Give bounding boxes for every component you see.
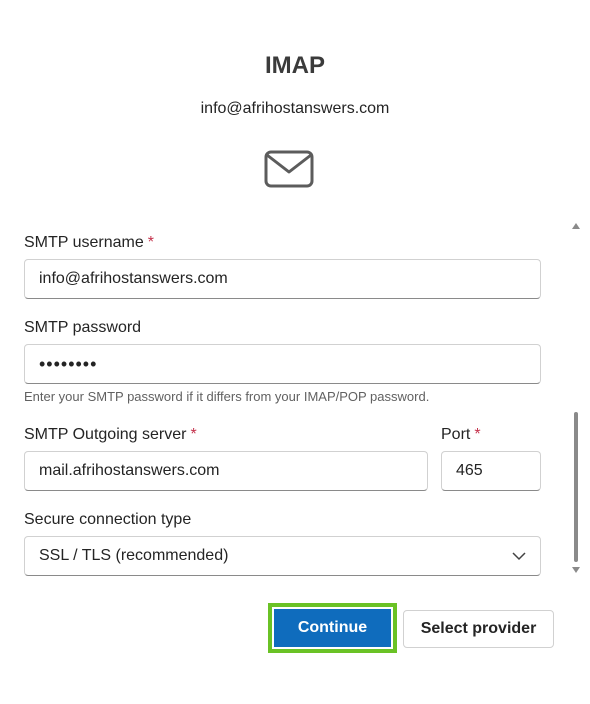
secure-connection-select[interactable]: SSL / TLS (recommended) bbox=[24, 536, 541, 576]
port-input[interactable]: 465 bbox=[441, 451, 541, 491]
smtp-username-label-text: SMTP username bbox=[24, 234, 144, 251]
account-email: info@afrihostanswers.com bbox=[200, 100, 390, 117]
secure-connection-label: Secure connection type bbox=[24, 511, 192, 528]
port-value: 465 bbox=[456, 462, 483, 479]
smtp-server-label-text: SMTP Outgoing server bbox=[24, 426, 187, 443]
smtp-username-value: info@afrihostanswers.com bbox=[39, 270, 228, 287]
secure-connection-value: SSL / TLS (recommended) bbox=[39, 547, 229, 564]
smtp-username-input[interactable]: info@afrihostanswers.com bbox=[24, 259, 541, 299]
smtp-server-label: SMTP Outgoing server * bbox=[24, 426, 197, 444]
port-label: Port * bbox=[441, 426, 481, 444]
chevron-down-icon bbox=[512, 552, 526, 561]
smtp-password-label: SMTP password bbox=[24, 319, 142, 336]
continue-button[interactable]: Continue bbox=[272, 607, 393, 649]
scroll-down-arrow-icon[interactable] bbox=[572, 567, 580, 573]
smtp-password-input[interactable]: •••••••• bbox=[24, 344, 541, 384]
select-provider-button[interactable]: Select provider bbox=[403, 610, 554, 648]
required-marker: * bbox=[190, 426, 197, 443]
smtp-password-hint: Enter your SMTP password if it differs f… bbox=[24, 389, 430, 404]
required-marker: * bbox=[474, 426, 481, 443]
smtp-server-value: mail.afrihostanswers.com bbox=[39, 462, 220, 479]
smtp-password-value: •••••••• bbox=[39, 353, 98, 374]
smtp-server-input[interactable]: mail.afrihostanswers.com bbox=[24, 451, 428, 491]
scroll-up-arrow-icon[interactable] bbox=[572, 223, 580, 229]
mail-icon bbox=[264, 150, 314, 188]
imap-setup-page: IMAP info@afrihostanswers.com SMTP usern… bbox=[0, 0, 590, 704]
port-label-text: Port bbox=[441, 426, 471, 443]
required-marker: * bbox=[147, 234, 154, 251]
scrollbar-thumb[interactable] bbox=[574, 412, 578, 562]
smtp-username-label: SMTP username * bbox=[24, 234, 154, 252]
continue-highlight: Continue bbox=[268, 603, 397, 653]
page-title: IMAP bbox=[265, 52, 325, 79]
